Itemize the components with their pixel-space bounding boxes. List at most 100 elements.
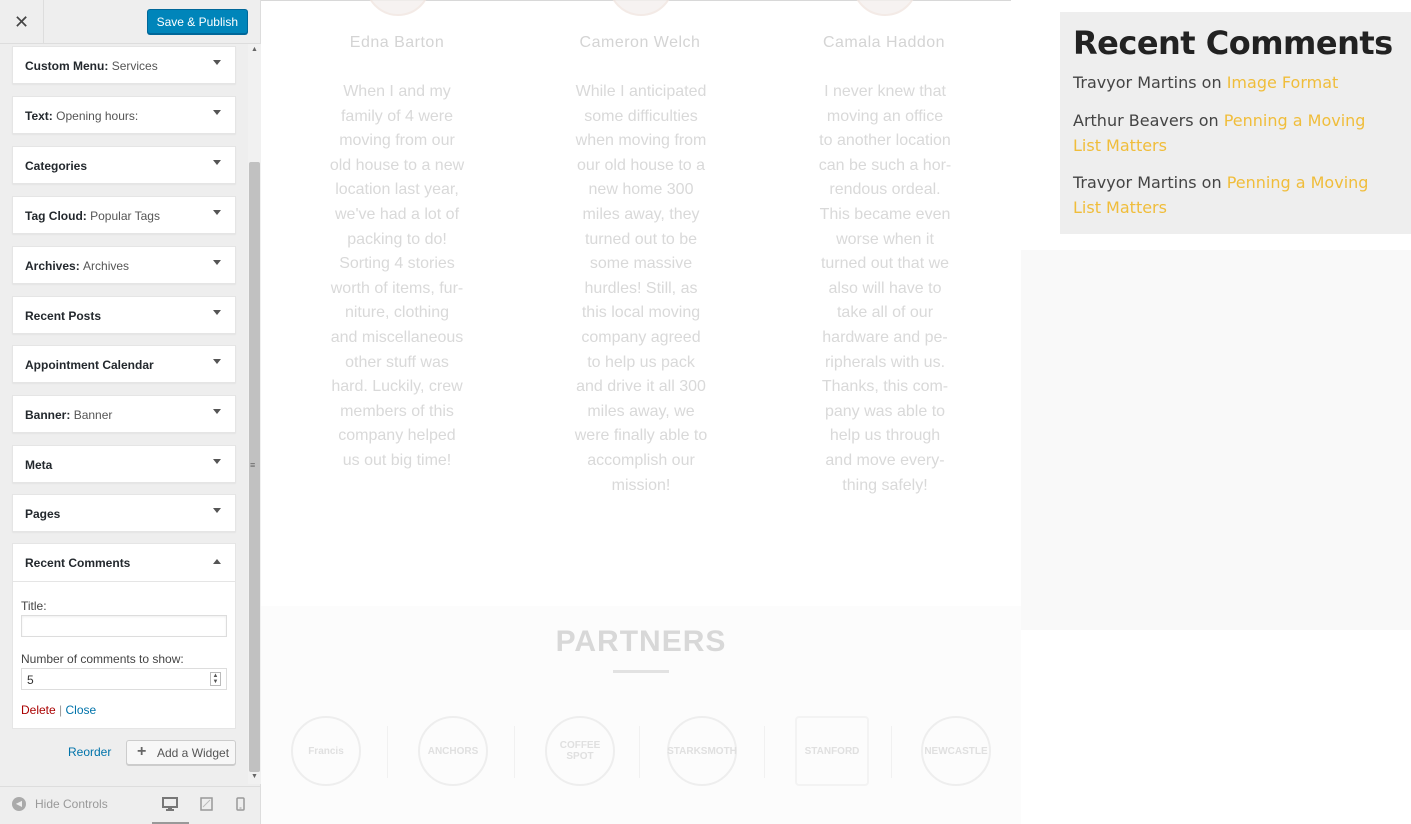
expand-arrow-icon[interactable] [213, 409, 221, 414]
widget-custom-menu[interactable]: Custom Menu: Services [12, 46, 236, 84]
widget-type: Appointment Calendar [25, 358, 154, 372]
expand-arrow-icon[interactable] [213, 310, 221, 315]
avatar [608, 0, 674, 16]
close-customizer-button[interactable]: ✕ [0, 0, 44, 44]
testimonial-line: new home 300 [588, 181, 694, 199]
scroll-down-icon[interactable]: ▼ [248, 771, 261, 783]
testimonial-line: mission! [611, 476, 671, 494]
testimonial-line: Sorting 4 stories [339, 255, 455, 273]
widget-type: Categories [25, 159, 88, 173]
testimonial-line: help us through [829, 427, 941, 445]
comment-post-link[interactable]: List Matters [1073, 198, 1167, 217]
tablet-icon[interactable] [200, 797, 213, 811]
testimonial-line: Thanks, this com- [821, 378, 949, 396]
widget-type: Custom Menu [25, 59, 105, 73]
number-of-comments-stepper[interactable]: 5 ▲ ▼ [21, 668, 227, 690]
widget-subtitle: Banner [73, 408, 113, 422]
widget-type: Recent Posts [25, 309, 102, 323]
testimonial-line: old house to a new [329, 156, 465, 174]
partners-heading: PARTNERS [555, 625, 727, 658]
widget-archives[interactable]: Archives: Archives [12, 246, 236, 284]
testimonial-line: hard. Luckily, crew [331, 378, 463, 396]
testimonial-text: While I anticipated some difficulties when… [560, 80, 722, 498]
testimonial-line: when moving from [575, 132, 707, 150]
widget-banner[interactable]: Banner: Banner [12, 395, 236, 433]
widget-recent-comments-header[interactable]: Recent Comments [13, 544, 235, 582]
comment-post-link[interactable]: Penning a Moving [1224, 111, 1366, 130]
testimonial-line: company helped [338, 427, 456, 445]
avatar [365, 0, 431, 16]
testimonial-name: Cameron Welch [579, 34, 701, 51]
widget-recent-posts[interactable]: Recent Posts [12, 296, 236, 334]
testimonial-line: company agreed [581, 328, 701, 346]
add-widget-button[interactable]: + Add a Widget [126, 740, 236, 765]
partner-logo[interactable]: COFFEE SPOT [545, 716, 615, 786]
partner-logo[interactable]: ANCHORS [418, 716, 488, 786]
testimonial-line: hurdles! Still, as [584, 279, 698, 297]
partner-logo[interactable]: STANFORD [795, 716, 869, 786]
expand-arrow-icon[interactable] [213, 160, 221, 165]
delete-link[interactable]: Delete [21, 703, 56, 717]
expand-arrow-icon[interactable] [213, 260, 221, 265]
widget-text[interactable]: Text: Opening hours: [12, 96, 236, 134]
site-preview: Edna Barton Cameron Welch Camala Haddon … [261, 0, 1411, 824]
reorder-link[interactable]: Reorder [68, 745, 111, 759]
comment-author: Travyor Martins [1073, 173, 1197, 192]
spinner-arrows-icon[interactable]: ▲ ▼ [210, 672, 221, 686]
expand-arrow-icon[interactable] [213, 110, 221, 115]
partner-logo[interactable]: NEWCASTLE [921, 716, 991, 786]
expand-arrow-icon[interactable] [213, 210, 221, 215]
hide-controls-button[interactable]: ◀ Hide Controls [12, 797, 108, 811]
desktop-icon[interactable] [162, 797, 178, 811]
close-link[interactable]: Close [66, 703, 97, 717]
testimonial-line: also will have to [828, 279, 942, 297]
customizer-sidebar: ✕ Save & Publish ▲ ≡ ▼ Custom Menu: Serv… [0, 0, 261, 824]
widget-type: Text [25, 109, 49, 123]
expand-arrow-icon[interactable] [213, 508, 221, 513]
testimonial-line: our old house to a [576, 156, 706, 174]
collapse-arrow-icon[interactable] [213, 559, 221, 564]
testimonial-line: packing to do! [347, 230, 447, 248]
sidebar-scrollbar[interactable]: ▲ ≡ ▼ [248, 44, 261, 784]
logo-divider [639, 726, 640, 778]
scroll-up-icon[interactable]: ▲ [248, 44, 261, 56]
widget-meta[interactable]: Meta [12, 445, 236, 483]
testimonial-line: worse when it [836, 230, 934, 248]
comment-post-link[interactable]: Image Format [1227, 73, 1339, 92]
customizer-header: ✕ Save & Publish [0, 0, 260, 44]
save-publish-button[interactable]: Save & Publish [146, 9, 248, 34]
expand-arrow-icon[interactable] [213, 359, 221, 364]
title-field-label: Title: [21, 599, 47, 613]
expand-arrow-icon[interactable] [213, 459, 221, 464]
testimonial-line: other stuff was [345, 353, 449, 371]
number-of-comments-value: 5 [27, 673, 34, 687]
add-widget-label: Add a Widget [157, 746, 230, 760]
partner-logo[interactable]: STARKSMOTH [667, 716, 737, 786]
comment-item: Arthur Beavers on Penning a Moving List … [1073, 109, 1388, 158]
widget-recent-comments: Recent Comments Title: Number of comment… [12, 543, 236, 729]
comment-post-link[interactable]: List Matters [1073, 136, 1167, 155]
testimonial-line: this local moving [581, 304, 701, 322]
testimonial-line: pany was able to [824, 402, 946, 420]
comment-post-link[interactable]: Penning a Moving [1227, 173, 1369, 192]
testimonial-line: When I and my [343, 83, 451, 100]
testimonial-line: This became even [819, 205, 951, 223]
testimonial-line: miles away, we [587, 402, 695, 420]
widget-tag-cloud[interactable]: Tag Cloud: Popular Tags [12, 196, 236, 234]
testimonial-line: to another location [819, 132, 951, 150]
testimonial-line: and move every- [825, 451, 945, 469]
widget-type: Pages [25, 507, 61, 521]
widget-pages[interactable]: Pages [12, 494, 236, 532]
testimonial-name: Camala Haddon [822, 34, 946, 51]
title-input[interactable] [21, 615, 227, 637]
testimonial-line: we've had a lot of [334, 205, 460, 223]
partner-logo[interactable]: Francis [291, 716, 361, 786]
testimonial-line: worth of items, fur- [330, 279, 464, 297]
widget-subtitle: Opening hours: [56, 109, 139, 123]
widget-categories[interactable]: Categories [12, 146, 236, 184]
plus-icon: + [137, 743, 147, 760]
widget-appointment-calendar[interactable]: Appointment Calendar [12, 345, 236, 383]
mobile-icon[interactable] [236, 797, 245, 811]
testimonial-line: thing safely! [842, 476, 928, 494]
expand-arrow-icon[interactable] [213, 60, 221, 65]
